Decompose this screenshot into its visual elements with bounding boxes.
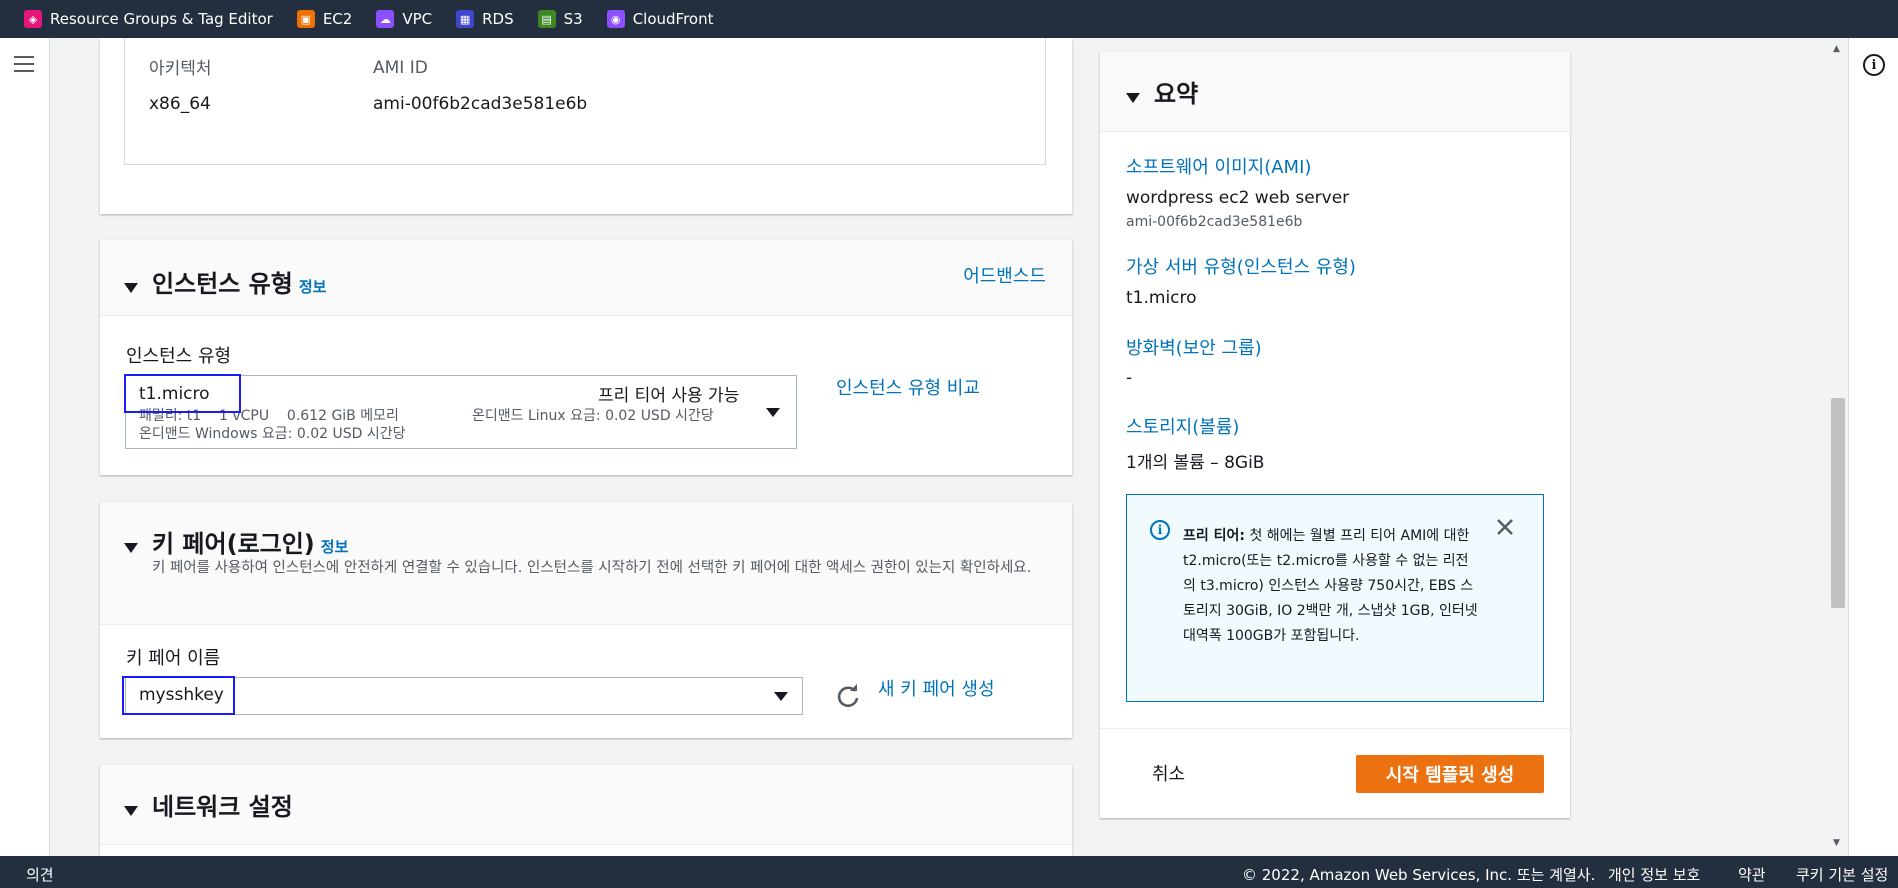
service-label: CloudFront	[632, 10, 714, 28]
ami-details-panel: 아키텍처 x86_64 AMI ID ami-00f6b2cad3e581e6b	[100, 38, 1072, 214]
ec2-icon: ▣	[296, 10, 315, 28]
vpc-icon: ☁	[376, 10, 395, 28]
info-icon: i	[1150, 520, 1170, 540]
summary-ami-name: wordpress ec2 web server	[1126, 188, 1350, 208]
service-link-rds[interactable]: ▦ RDS	[456, 10, 514, 28]
page-scrollbar[interactable]: ▲ ▼	[1828, 38, 1848, 856]
instance-linux-price: 온디맨드 Linux 요금: 0.02 USD 시간당	[472, 408, 714, 424]
summary-toggle[interactable]: 요약	[1126, 74, 1198, 109]
cancel-button[interactable]: 취소	[1152, 760, 1185, 786]
create-key-pair-link[interactable]: 새 키 페어 생성	[878, 675, 995, 701]
free-tier-alert: i 프리 티어: 첫 해에는 월별 프리 티어 AMI에 대한 t2.micro…	[1126, 494, 1544, 702]
summary-firewall-link[interactable]: 방화벽(보안 그룹)	[1126, 334, 1262, 360]
dropdown-arrow-icon	[774, 692, 788, 701]
caret-down-icon	[124, 805, 138, 816]
summary-header: 요약	[1100, 52, 1570, 132]
key-pair-description: 키 페어를 사용하여 인스턴스에 안전하게 연결할 수 있습니다. 인스턴스를 …	[152, 560, 1032, 576]
create-launch-template-button[interactable]: 시작 템플릿 생성	[1356, 755, 1544, 793]
section-title: 키 페어(로그인)	[152, 530, 315, 558]
service-link-vpc[interactable]: ☁ VPC	[376, 10, 432, 28]
scroll-up-arrow-icon[interactable]: ▲	[1833, 44, 1840, 54]
service-label: EC2	[322, 10, 353, 28]
close-icon[interactable]	[1493, 515, 1517, 539]
selection-highlight-box	[124, 374, 241, 413]
section-title: 인스턴스 유형	[152, 270, 293, 298]
summary-storage-link[interactable]: 스토리지(볼륨)	[1126, 413, 1239, 439]
summary-instance-type-value: t1.micro	[1126, 288, 1197, 308]
caret-down-icon	[1126, 92, 1140, 103]
service-link-ec2[interactable]: ▣ EC2	[296, 10, 353, 28]
instance-type-field-label: 인스턴스 유형	[126, 346, 232, 367]
section-title: 네트워크 설정	[152, 793, 293, 821]
network-settings-header: 네트워크 설정	[100, 765, 1072, 845]
key-pair-field-label: 키 페어 이름	[126, 648, 221, 669]
service-link-s3[interactable]: ▤ S3	[537, 10, 583, 28]
selection-highlight-box	[122, 676, 235, 715]
architecture-value: x86_64	[149, 94, 211, 114]
ami-id-value: ami-00f6b2cad3e581e6b	[373, 94, 588, 114]
advanced-link[interactable]: 어드밴스드	[963, 262, 1046, 288]
info-link[interactable]: 정보	[299, 278, 327, 296]
console-footer: 의견 © 2022, Amazon Web Services, Inc. 또는 …	[0, 856, 1898, 888]
scroll-down-arrow-icon[interactable]: ▼	[1833, 838, 1840, 848]
summary-ami-id: ami-00f6b2cad3e581e6b	[1126, 214, 1303, 230]
service-label: RDS	[482, 10, 514, 28]
architecture-label: 아키텍처	[149, 59, 212, 79]
service-label: S3	[563, 10, 583, 28]
service-link-resource-groups[interactable]: ◈ Resource Groups & Tag Editor	[24, 10, 273, 28]
info-icon[interactable]: i	[1863, 54, 1885, 76]
summary-footer-divider	[1100, 728, 1570, 729]
network-settings-panel: 네트워크 설정	[100, 765, 1072, 856]
terms-link[interactable]: 약관	[1738, 864, 1766, 885]
key-pair-toggle[interactable]: 키 페어(로그인) 정보	[124, 524, 348, 559]
copyright-text: © 2022, Amazon Web Services, Inc. 또는 계열사…	[1242, 866, 1596, 884]
summary-firewall-value: -	[1126, 368, 1133, 388]
network-settings-toggle[interactable]: 네트워크 설정	[124, 787, 293, 822]
refresh-icon[interactable]	[834, 682, 862, 710]
instance-windows-price: 온디맨드 Windows 요금: 0.02 USD 시간당	[139, 426, 406, 442]
cookie-preferences-link[interactable]: 쿠키 기본 설정	[1796, 864, 1888, 885]
summary-panel: 요약 소프트웨어 이미지(AMI) wordpress ec2 web serv…	[1100, 52, 1570, 818]
instance-type-header: 인스턴스 유형 정보 어드밴스드	[100, 240, 1072, 316]
ami-id-label: AMI ID	[373, 58, 428, 78]
free-tier-alert-text: 프리 티어: 첫 해에는 월별 프리 티어 AMI에 대한 t2.micro(또…	[1183, 524, 1479, 649]
s3-icon: ▤	[537, 10, 556, 28]
caret-down-icon	[124, 542, 138, 553]
caret-down-icon	[124, 282, 138, 293]
compare-instance-types-link[interactable]: 인스턴스 유형 비교	[836, 374, 980, 400]
instance-type-panel: 인스턴스 유형 정보 어드밴스드 인스턴스 유형 t1.micro 프리 티어 사…	[100, 240, 1072, 475]
summary-title: 요약	[1154, 80, 1199, 108]
info-link[interactable]: 정보	[321, 538, 349, 556]
cloudfront-icon: ◉	[606, 10, 625, 28]
side-navigation-rail	[0, 38, 50, 856]
dropdown-arrow-icon	[766, 408, 780, 417]
summary-storage-value: 1개의 볼륨 – 8GiB	[1126, 453, 1265, 473]
free-tier-alert-title: 프리 티어:	[1183, 528, 1245, 544]
menu-icon[interactable]	[14, 56, 34, 72]
instance-type-toggle[interactable]: 인스턴스 유형 정보	[124, 264, 326, 299]
service-label: VPC	[402, 10, 433, 28]
summary-ami-link[interactable]: 소프트웨어 이미지(AMI)	[1126, 153, 1311, 179]
key-pair-header: 키 페어(로그인) 정보 키 페어를 사용하여 인스턴스에 안전하게 연결할 수 …	[100, 502, 1072, 625]
ami-details-box: 아키텍처 x86_64 AMI ID ami-00f6b2cad3e581e6b	[124, 38, 1046, 165]
service-shortcut-bar: ◈ Resource Groups & Tag Editor ▣ EC2 ☁ V…	[0, 0, 1898, 38]
summary-instance-type-link[interactable]: 가상 서버 유형(인스턴스 유형)	[1126, 253, 1356, 279]
rds-icon: ▦	[456, 10, 475, 28]
free-tier-eligible-label: 프리 티어 사용 가능	[598, 386, 740, 406]
scroll-thumb[interactable]	[1831, 398, 1845, 608]
key-pair-panel: 키 페어(로그인) 정보 키 페어를 사용하여 인스턴스에 안전하게 연결할 수 …	[100, 502, 1072, 738]
service-link-cloudfront[interactable]: ◉ CloudFront	[606, 10, 714, 28]
resource-groups-icon: ◈	[24, 10, 42, 28]
service-label: Resource Groups & Tag Editor	[50, 10, 273, 28]
privacy-link[interactable]: 개인 정보 보호	[1608, 864, 1700, 885]
help-panel-rail: i	[1848, 38, 1898, 856]
feedback-link[interactable]: 의견	[26, 864, 54, 885]
free-tier-alert-body: 첫 해에는 월별 프리 티어 AMI에 대한 t2.micro(또는 t2.mi…	[1183, 528, 1478, 644]
